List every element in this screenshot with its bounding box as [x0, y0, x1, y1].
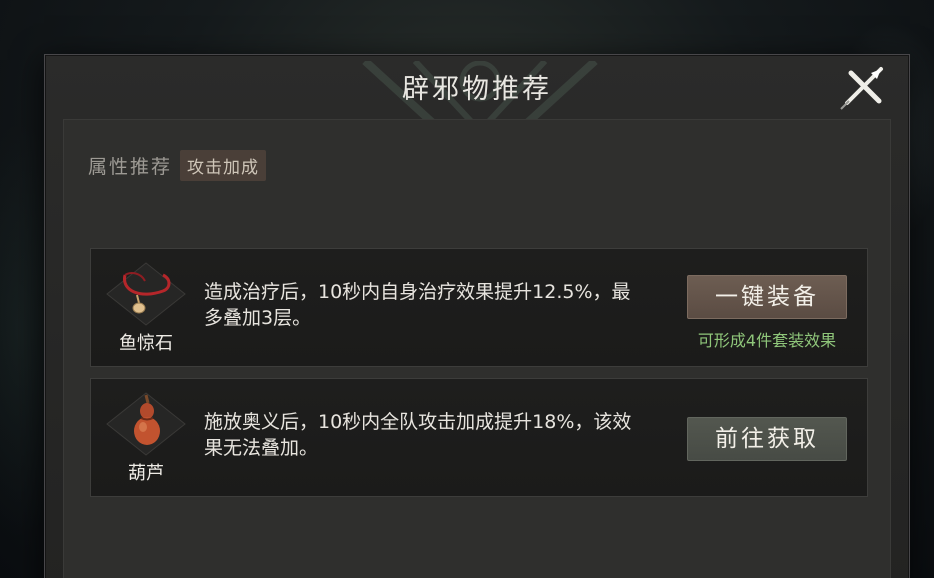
obtain-button[interactable]: 前往获取	[687, 417, 847, 461]
dialog-title: 辟邪物推荐	[402, 74, 552, 105]
item-card: 葫芦 施放奥义后，10秒内全队攻击加成提升18%，该效果无法叠加。 前往获取	[90, 378, 868, 497]
attribute-tag: 攻击加成	[180, 149, 267, 181]
gourd-icon	[106, 392, 186, 456]
item-card: 鱼惊石 造成治疗后，10秒内自身治疗效果提升12.5%，最多叠加3层。 一键装备…	[90, 248, 868, 367]
equip-button[interactable]: 一键装备	[687, 275, 847, 319]
item-name: 葫芦	[128, 463, 164, 484]
close-icon	[840, 67, 883, 110]
item-icon-box	[101, 261, 191, 327]
item-name: 鱼惊石	[119, 333, 173, 354]
pendant-necklace-icon	[106, 262, 186, 326]
game-screen: 辟邪物推荐 属性推荐 攻击加成 鱼惊石 造成治疗后，10秒内自身治疗效果提升12…	[0, 0, 934, 578]
attribute-label: 属性推荐	[88, 155, 173, 178]
item-description: 造成治疗后，10秒内自身治疗效果提升12.5%，最多叠加3层。	[204, 281, 631, 329]
close-button[interactable]	[837, 59, 891, 113]
item-description: 施放奥义后，10秒内全队攻击加成提升18%，该效果无法叠加。	[204, 411, 632, 459]
content-panel: 属性推荐 攻击加成 鱼惊石 造成治疗后，10秒内自身治疗效果提升12.5%，最多…	[63, 119, 891, 578]
amulet-recommendation-dialog: 辟邪物推荐 属性推荐 攻击加成 鱼惊石 造成治疗后，10秒内自身治疗效果提升12…	[44, 54, 910, 578]
set-bonus-note: 可形成4件套装效果	[697, 331, 837, 350]
attribute-recommendation: 属性推荐 攻击加成	[88, 149, 267, 181]
item-icon-box	[101, 391, 191, 457]
